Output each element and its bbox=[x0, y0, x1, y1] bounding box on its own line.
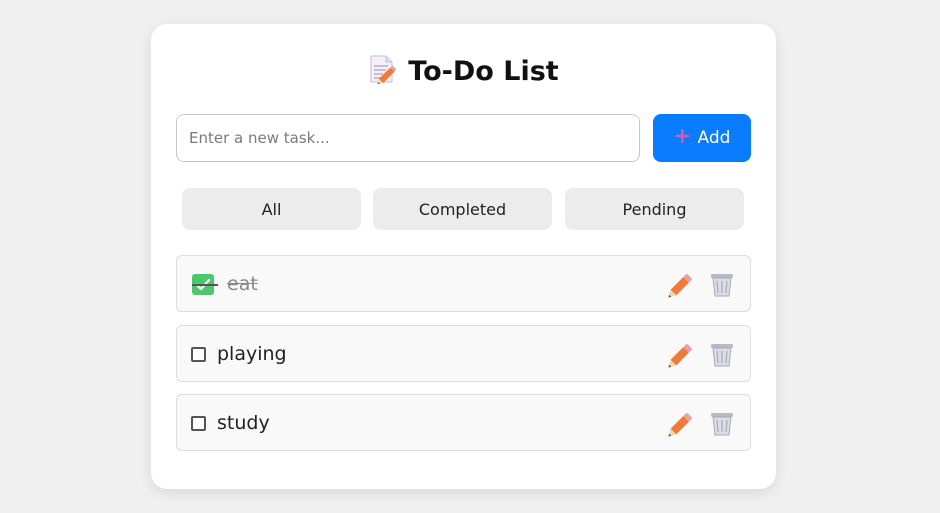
plus-icon bbox=[674, 128, 690, 149]
wastebasket-icon[interactable] bbox=[709, 272, 735, 298]
filter-pending-button[interactable]: Pending bbox=[565, 188, 744, 230]
title-text: To-Do List bbox=[408, 55, 559, 87]
filter-bar: All Completed Pending bbox=[182, 188, 744, 230]
pencil-icon[interactable] bbox=[668, 342, 694, 368]
task-item: playing bbox=[176, 325, 751, 382]
checkbox-icon[interactable] bbox=[191, 416, 206, 431]
task-text: eat bbox=[227, 273, 258, 295]
add-button[interactable]: Add bbox=[653, 114, 751, 162]
filter-all-button[interactable]: All bbox=[182, 188, 361, 230]
filter-completed-button[interactable]: Completed bbox=[373, 188, 552, 230]
checkbox-icon[interactable] bbox=[191, 347, 206, 362]
task-text: study bbox=[217, 412, 270, 434]
wastebasket-icon[interactable] bbox=[709, 342, 735, 368]
task-item: eat bbox=[176, 255, 751, 312]
new-task-input[interactable] bbox=[176, 114, 640, 162]
page-title: To-Do List bbox=[151, 54, 776, 88]
checked-checkbox-icon[interactable] bbox=[192, 274, 214, 295]
memo-icon bbox=[368, 54, 397, 88]
add-button-label: Add bbox=[697, 128, 731, 148]
task-item: study bbox=[176, 394, 751, 451]
wastebasket-icon[interactable] bbox=[709, 411, 735, 437]
todo-card: To-Do List Add All Completed Pending bbox=[151, 24, 776, 489]
new-task-row: Add bbox=[176, 114, 751, 162]
pencil-icon[interactable] bbox=[668, 411, 694, 437]
pencil-icon[interactable] bbox=[668, 272, 694, 298]
task-text: playing bbox=[217, 343, 287, 365]
